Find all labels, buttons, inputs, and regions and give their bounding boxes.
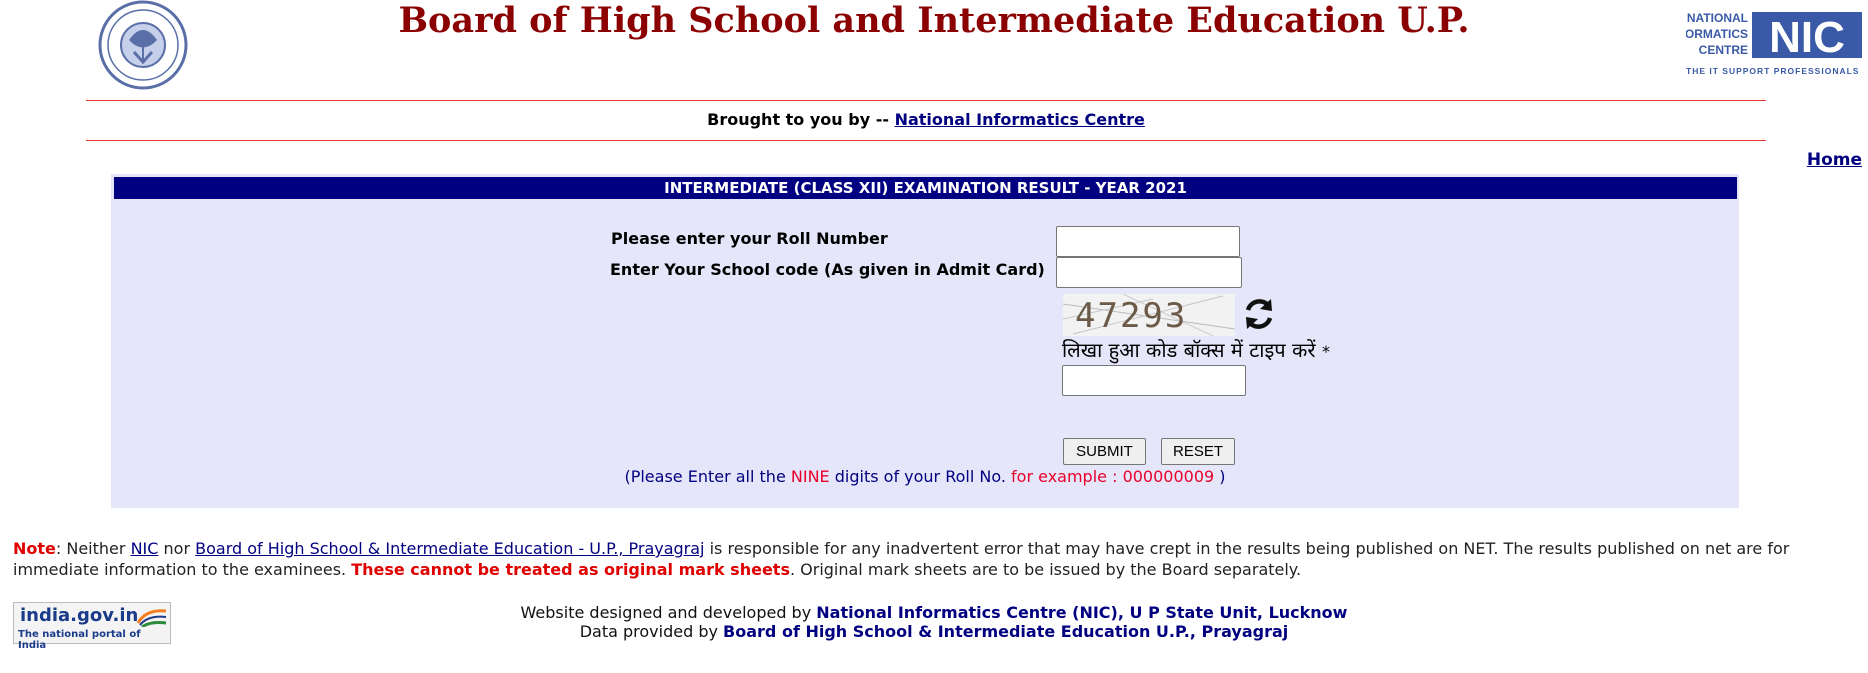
nic-logo-line-3: CENTRE xyxy=(1699,43,1748,57)
captcha-prompt: लिखा हुआ कोड बॉक्स में टाइप करें * xyxy=(1062,336,1330,363)
nic-logo-mark: NIC xyxy=(1769,13,1845,62)
note-text-2: nor xyxy=(163,539,191,558)
disclaimer-note: Note: Neither NIC nor Board of High Scho… xyxy=(13,538,1843,580)
captcha-code: 47293 xyxy=(1075,296,1188,336)
captcha-image: 47293 xyxy=(1063,294,1235,336)
home-link[interactable]: Home xyxy=(1807,150,1862,170)
reset-button[interactable]: RESET xyxy=(1161,438,1235,465)
note-text-1: : Neither xyxy=(55,539,126,558)
note-text-4: . Original mark sheets are to be issued … xyxy=(789,560,1302,579)
footer-credits: Website designed and developed by Nation… xyxy=(0,603,1868,641)
page-title: Board of High School and Intermediate Ed… xyxy=(398,0,1470,41)
footer-designed-by: National Informatics Centre (NIC), U P S… xyxy=(816,603,1348,622)
note-warning: These cannot be treated as original mark… xyxy=(351,560,790,579)
roll-number-label: Please enter your Roll Number xyxy=(611,229,888,248)
footer-designed: Website designed and developed by Nation… xyxy=(0,603,1868,622)
nic-tagline: THE IT SUPPORT PROFESSIONALS xyxy=(1686,66,1859,76)
nic-logo-line-2: INFORMATICS xyxy=(1686,27,1748,41)
nic-logo-line-1: NATIONAL xyxy=(1687,11,1748,25)
captcha-prompt-text: लिखा हुआ कोड बॉक्स में टाइप करें xyxy=(1062,338,1316,362)
hint-close: ) xyxy=(1219,467,1226,486)
captcha-input[interactable] xyxy=(1062,365,1246,396)
form-title: INTERMEDIATE (CLASS XII) EXAMINATION RES… xyxy=(114,177,1737,199)
header-divider-bottom xyxy=(86,140,1766,141)
roll-number-input[interactable] xyxy=(1056,226,1240,257)
footer-data-by: Board of High School & Intermediate Educ… xyxy=(723,622,1289,641)
note-board-link[interactable]: Board of High School & Intermediate Educ… xyxy=(195,539,704,558)
nic-link[interactable]: National Informatics Centre xyxy=(895,110,1145,129)
note-nic-link[interactable]: NIC xyxy=(131,539,159,558)
footer-data-prefix: Data provided by xyxy=(579,622,718,641)
submit-button[interactable]: SUBMIT xyxy=(1063,438,1146,465)
school-code-input[interactable] xyxy=(1056,257,1242,288)
hint-example: for example : 000000009 xyxy=(1011,467,1215,486)
header-divider-top xyxy=(86,100,1766,101)
hint-part-2: digits of your Roll No. xyxy=(834,467,1006,486)
school-code-label: Enter Your School code (As given in Admi… xyxy=(610,260,1045,279)
brought-by: Brought to you by -- National Informatic… xyxy=(0,110,1852,129)
required-asterisk: * xyxy=(1321,342,1330,361)
footer-designed-prefix: Website designed and developed by xyxy=(520,603,812,622)
roll-number-hint: (Please Enter all the NINE digits of you… xyxy=(111,467,1739,486)
page-header: Board of High School and Intermediate Ed… xyxy=(0,0,1868,100)
nic-logo: NATIONAL INFORMATICS CENTRE NIC THE IT S… xyxy=(1686,11,1862,76)
note-label: Note xyxy=(13,539,56,558)
hint-nine: NINE xyxy=(790,467,830,486)
footer-data: Data provided by Board of High School & … xyxy=(0,622,1868,641)
brought-by-prefix: Brought to you by -- xyxy=(707,110,889,129)
refresh-captcha-icon[interactable] xyxy=(1241,296,1277,332)
hint-part-1: (Please Enter all the xyxy=(624,467,786,486)
result-form-panel: INTERMEDIATE (CLASS XII) EXAMINATION RES… xyxy=(111,174,1739,508)
